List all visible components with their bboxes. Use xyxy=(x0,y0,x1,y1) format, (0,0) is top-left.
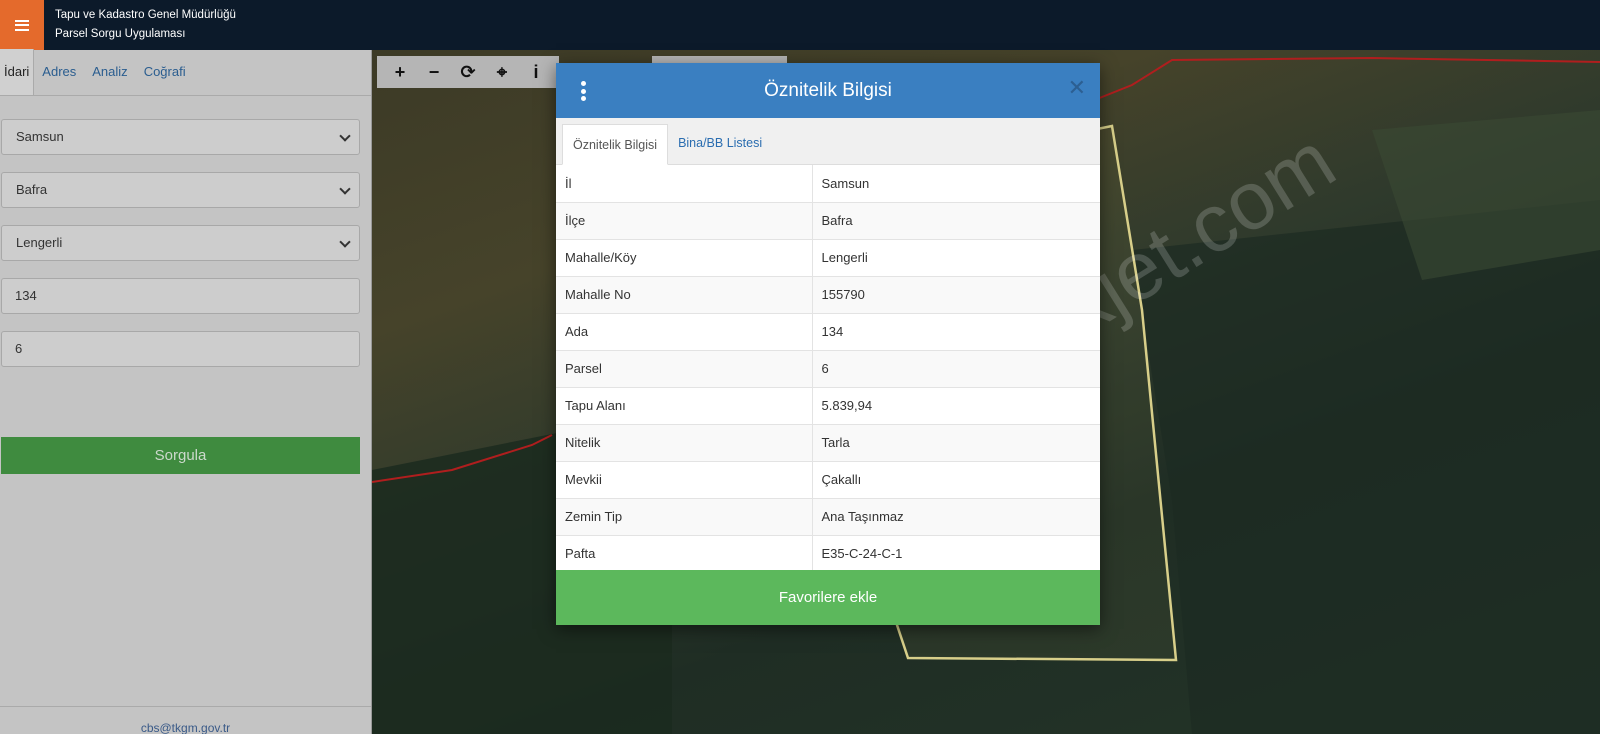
attribute-key: Zemin Tip xyxy=(556,498,813,536)
attribute-table: İl Samsun İlçe Bafra Mahalle/Köy Lengerli Maha… xyxy=(556,165,1100,573)
attribute-key: Tapu Alanı xyxy=(556,387,813,425)
attribute-key: İlçe xyxy=(556,202,813,240)
attribute-key: Mahalle/Köy xyxy=(556,239,813,277)
app-brand: Tapu ve Kadastro Genel Müdürlüğü Parsel … xyxy=(55,6,236,44)
attribute-value: Tarla xyxy=(812,424,1100,462)
table-row: Mahalle No 155790 xyxy=(556,276,1100,314)
modal-tabs: Öznitelik Bilgisi Bina/BB Listesi xyxy=(556,118,1100,165)
attribute-modal: Öznitelik Bilgisi ✕ Öznitelik Bilgisi Bi… xyxy=(556,63,1100,625)
table-row: Mahalle/Köy Lengerli xyxy=(556,239,1100,277)
modal-header: Öznitelik Bilgisi ✕ xyxy=(556,63,1100,118)
attribute-value: E35-C-24-C-1 xyxy=(812,535,1100,573)
attribute-key: Pafta xyxy=(556,535,813,573)
attribute-value: Ana Taşınmaz xyxy=(812,498,1100,536)
attribute-key: Mahalle No xyxy=(556,276,813,314)
attribute-value: 5.839,94 xyxy=(812,387,1100,425)
attribute-value: Lengerli xyxy=(812,239,1100,277)
table-row: Zemin Tip Ana Taşınmaz xyxy=(556,498,1100,536)
modal-title: Öznitelik Bilgisi xyxy=(764,80,892,101)
table-row: Mevkii Çakallı xyxy=(556,461,1100,499)
menu-button[interactable] xyxy=(0,0,44,50)
attribute-value: Samsun xyxy=(812,165,1100,203)
attribute-key: İl xyxy=(556,165,813,203)
brand-subtitle: Parsel Sorgu Uygulaması xyxy=(55,28,186,40)
table-row: İlçe Bafra xyxy=(556,202,1100,240)
add-favorite-button[interactable]: Favorilere ekle xyxy=(556,570,1100,625)
table-row: Nitelik Tarla xyxy=(556,424,1100,462)
attribute-key: Parsel xyxy=(556,350,813,388)
attribute-value: 155790 xyxy=(812,276,1100,314)
table-row: Pafta E35-C-24-C-1 xyxy=(556,535,1100,573)
tab-bina-bb-listesi[interactable]: Bina/BB Listesi xyxy=(668,123,772,164)
attribute-key: Nitelik xyxy=(556,424,813,462)
attribute-key: Ada xyxy=(556,313,813,351)
top-header: Tapu ve Kadastro Genel Müdürlüğü Parsel … xyxy=(0,0,1600,50)
close-icon[interactable]: ✕ xyxy=(1068,77,1086,99)
attribute-value: 134 xyxy=(812,313,1100,351)
tab-oznitelik-bilgisi[interactable]: Öznitelik Bilgisi xyxy=(562,124,669,165)
table-row: Tapu Alanı 5.839,94 xyxy=(556,387,1100,425)
attribute-value: Çakallı xyxy=(812,461,1100,499)
hamburger-icon xyxy=(15,19,29,31)
brand-title: Tapu ve Kadastro Genel Müdürlüğü xyxy=(55,9,236,21)
attribute-key: Mevkii xyxy=(556,461,813,499)
attribute-value: Bafra xyxy=(812,202,1100,240)
attribute-value: 6 xyxy=(812,350,1100,388)
table-row: İl Samsun xyxy=(556,165,1100,203)
table-row: Parsel 6 xyxy=(556,350,1100,388)
table-row: Ada 134 xyxy=(556,313,1100,351)
